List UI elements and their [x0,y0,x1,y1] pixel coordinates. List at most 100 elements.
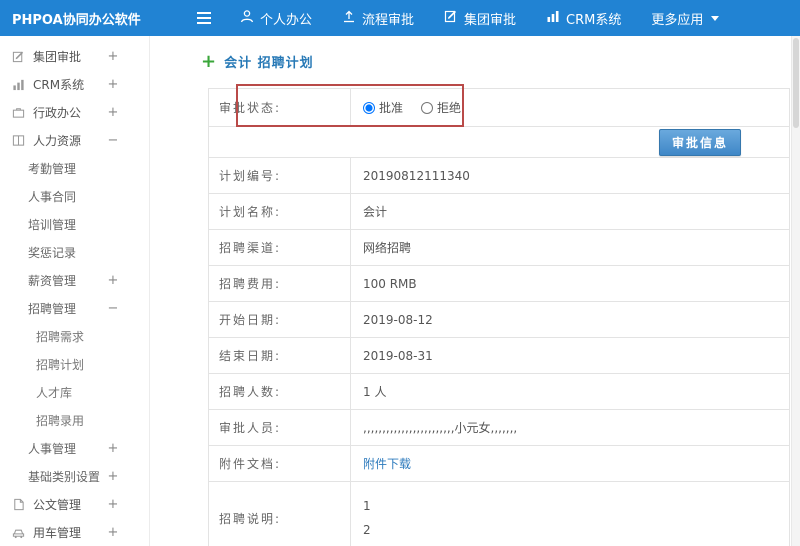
sidebar-item-label: 行政办公 [33,105,82,120]
sidebar-item-crm[interactable]: CRM系统 + [0,70,149,98]
top-navigation: 个人办公 流程审批 集团审批 CRM系统 更多应用 [240,9,720,28]
field-row-plan-name: 计划名称: 会计 [209,194,789,230]
approve-radio-input[interactable] [363,101,375,114]
sidebar-item-personnel[interactable]: 人事管理 + [0,434,149,462]
reject-radio[interactable]: 拒绝 [421,99,461,116]
sidebar-item-talent-pool[interactable]: 人才库 [0,378,149,406]
nav-process-approval[interactable]: 流程审批 [342,9,414,28]
minus-icon[interactable]: − [107,301,119,316]
vertical-scrollbar[interactable] [791,36,800,546]
field-row-approvers: 审批人员: ,,,,,,,,,,,,,,,,,,,,,,,,小元女,,,,,,, [209,410,789,446]
sidebar-item-hr-contract[interactable]: 人事合同 [0,182,149,210]
approve-radio[interactable]: 批准 [363,99,403,116]
sidebar-item-label: 集团审批 [33,49,82,64]
plus-icon[interactable]: + [107,525,119,540]
attachment-download-link[interactable]: 附件下载 [363,455,411,472]
main-content: + 会计 招聘计划 审批状态: 批准 拒绝 审批信息 计划编号: 2019081… [151,36,791,546]
field-label: 结束日期: [209,338,351,373]
approval-radio-group: 批准 拒绝 [363,99,461,116]
book-icon [12,134,27,147]
plus-icon[interactable]: + [107,49,119,64]
field-value: 20190812111340 [363,168,470,183]
nav-label: 集团审批 [464,12,517,28]
field-value: 1 2 [351,482,789,546]
edit-icon [12,50,27,63]
sidebar-item-label: 招聘计划 [36,357,85,372]
briefcase-icon [12,106,27,119]
detail-form: 审批状态: 批准 拒绝 审批信息 计划编号: 20190812111340 计划… [208,88,790,546]
nav-personal-office[interactable]: 个人办公 [240,9,312,28]
sidebar-item-label: 招聘录用 [36,413,85,428]
field-row-end-date: 结束日期: 2019-08-31 [209,338,789,374]
nav-group-approval[interactable]: 集团审批 [444,9,516,28]
sidebar-item-recruit-demand[interactable]: 招聘需求 [0,322,149,350]
description-line: 2 [363,523,371,537]
chart-icon [12,78,27,91]
nav-label: 更多应用 [651,12,704,28]
sidebar-item-label: 人才库 [36,385,73,400]
plus-icon[interactable]: + [107,469,119,484]
approval-info-button[interactable]: 审批信息 [658,128,741,156]
sidebar-item-training[interactable]: 培训管理 [0,210,149,238]
sidebar-item-documents[interactable]: 公文管理 + [0,490,149,518]
sidebar-item-hr[interactable]: 人力资源 − [0,126,149,154]
plus-icon[interactable]: + [107,441,119,456]
plus-icon[interactable]: + [107,497,119,512]
sidebar-item-label: 培训管理 [28,217,77,232]
approval-status-row: 审批状态: 批准 拒绝 [209,89,789,127]
scrollbar-thumb[interactable] [793,38,799,128]
field-value: 附件下载 [351,446,789,481]
field-row-channel: 招聘渠道: 网络招聘 [209,230,789,266]
field-row-start-date: 开始日期: 2019-08-12 [209,302,789,338]
plus-icon[interactable]: + [107,105,119,120]
field-value: ,,,,,,,,,,,,,,,,,,,,,,,,小元女,,,,,,, [363,421,518,435]
field-label: 计划名称: [209,194,351,229]
sidebar-item-group-approval[interactable]: 集团审批 + [0,42,149,70]
document-icon [12,498,27,511]
sidebar-item-label: 基础类别设置 [28,469,101,484]
field-value: 批准 拒绝 [351,89,789,126]
radio-label: 批准 [379,101,404,115]
page-title: 会计 招聘计划 [224,56,314,71]
nav-more-apps[interactable]: 更多应用 [651,9,720,28]
menu-icon[interactable] [196,11,212,25]
sidebar-item-salary[interactable]: 薪资管理 + [0,266,149,294]
field-row-headcount: 招聘人数: 1 人 [209,374,789,410]
breadcrumb: + 会计 招聘计划 [201,52,314,71]
nav-label: 个人办公 [260,12,313,28]
field-label: 招聘人数: [209,374,351,409]
field-label: 开始日期: [209,302,351,337]
sidebar-item-base-category[interactable]: 基础类别设置 + [0,462,149,490]
field-value: 网络招聘 [363,241,412,255]
field-value: 100 RMB [363,276,417,291]
reject-radio-input[interactable] [421,101,434,114]
nav-label: 流程审批 [362,12,415,28]
plus-icon[interactable]: + [107,273,119,288]
plus-icon[interactable]: + [107,77,119,92]
nav-crm-system[interactable]: CRM系统 [546,9,621,28]
description-line: 1 [363,499,371,513]
field-label: 计划编号: [209,158,351,193]
sidebar-item-label: 奖惩记录 [28,245,77,260]
sidebar-item-admin-office[interactable]: 行政办公 + [0,98,149,126]
sidebar-item-label: 人事合同 [28,189,77,204]
sidebar-item-label: 考勤管理 [28,161,77,176]
sidebar-item-label: 薪资管理 [28,273,77,288]
sidebar-item-vehicle[interactable]: 用车管理 + [0,518,149,546]
sidebar-item-label: 招聘需求 [36,329,85,344]
sidebar-item-attendance[interactable]: 考勤管理 [0,154,149,182]
app-title: PHPOA协同办公软件 [12,12,141,28]
field-label: 审批人员: [209,410,351,445]
caret-down-icon [711,15,720,21]
chart-icon [546,9,560,27]
sidebar-item-recruit-plan[interactable]: 招聘计划 [0,350,149,378]
field-row-cost: 招聘费用: 100 RMB [209,266,789,302]
sidebar-item-rewards[interactable]: 奖惩记录 [0,238,149,266]
field-label: 招聘说明: [209,482,351,546]
sidebar-item-label: 人力资源 [33,133,82,148]
minus-icon[interactable]: − [107,133,119,148]
sidebar-item-label: 公文管理 [33,497,82,512]
sidebar-item-recruit-mgmt[interactable]: 招聘管理 − [0,294,149,322]
field-row-attachment: 附件文档: 附件下载 [209,446,789,482]
sidebar-item-recruit-hire[interactable]: 招聘录用 [0,406,149,434]
